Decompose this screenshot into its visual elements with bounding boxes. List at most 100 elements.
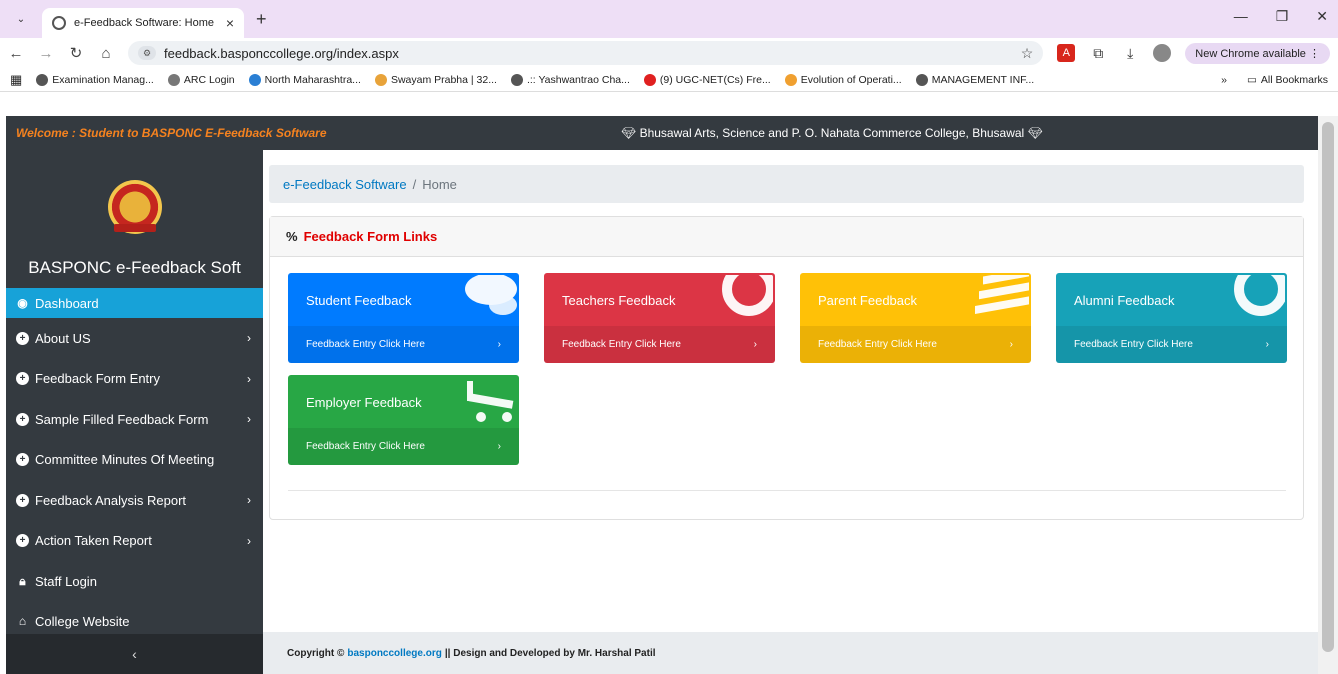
new-chrome-available-button[interactable]: New Chrome available ⋮	[1185, 42, 1330, 64]
footer-suffix: || Design and Developed by Mr. Harshal P…	[444, 647, 656, 659]
tile-title: Alumni Feedback	[1074, 293, 1175, 308]
tile-footer-link[interactable]: Feedback Entry Click Here ›	[800, 326, 1031, 363]
sidebar-item-sample-filled-feedback-form[interactable]: + Sample Filled Feedback Form ›	[6, 399, 263, 440]
tile-title: Employer Feedback	[306, 395, 422, 410]
sidebar-item-label: About US	[35, 330, 91, 346]
sidebar-item-committee-minutes-of-meeting[interactable]: + Committee Minutes Of Meeting	[6, 440, 263, 481]
globe-icon	[52, 16, 66, 30]
tab-search-button[interactable]: ⌄	[10, 8, 32, 30]
site-info-icon[interactable]: ⚙	[138, 46, 156, 60]
page-scrollbar[interactable]	[1318, 116, 1338, 674]
back-icon[interactable]: ←	[8, 45, 24, 62]
card-title: Feedback Form Links	[303, 229, 438, 244]
minimize-icon[interactable]: —	[1234, 8, 1248, 25]
bookmark-item[interactable]: Examination Manag...	[36, 73, 154, 86]
pdf-extension-icon[interactable]: A	[1057, 44, 1076, 62]
bookmark-favicon-icon	[510, 73, 523, 86]
divider	[288, 490, 1286, 491]
url-text[interactable]: feedback.basponccollege.org/index.aspx	[164, 46, 399, 61]
sidebar: BASPONC e-Feedback Soft ◉ Dashboard + About…	[6, 150, 263, 674]
chevron-right-icon: ›	[753, 339, 757, 350]
bookmark-item[interactable]: .:: Yashwantrao Cha...	[510, 73, 630, 86]
all-bookmarks-label: All Bookmarks	[1260, 73, 1328, 86]
tile-footer-label: Feedback Entry Click Here	[306, 339, 425, 350]
new-chrome-label: New Chrome available	[1195, 47, 1306, 60]
plus-circle-icon: +	[16, 453, 29, 467]
tab-title: e-Feedback Software: Home	[74, 17, 215, 29]
bookmark-item[interactable]: MANAGEMENT INF...	[915, 73, 1034, 86]
bookmark-item[interactable]: (9) UGC-NET(Cs) Fre...	[643, 73, 771, 86]
sidebar-collapse-button[interactable]: ‹	[6, 634, 263, 674]
apps-icon[interactable]: ▦	[10, 72, 22, 88]
footer-prefix: Copyright ©	[287, 647, 345, 659]
sidebar-item-label: Feedback Form Entry	[35, 371, 160, 387]
breadcrumb-link[interactable]: e-Feedback Software	[283, 177, 407, 192]
sidebar-item-label: Dashboard	[35, 295, 99, 311]
bookmark-favicon-icon	[643, 73, 656, 86]
diamond-icon: 💎︎	[1027, 126, 1043, 140]
chevron-right-icon: ›	[1265, 339, 1269, 350]
feedback-tile-teachers-feedback[interactable]: Teachers Feedback Feedback Entry Click He…	[544, 273, 775, 363]
bookmark-item[interactable]: ARC Login	[167, 73, 235, 86]
sidebar-item-label: Feedback Analysis Report	[35, 492, 187, 508]
bookmark-item[interactable]: Swayam Prabha | 32...	[374, 73, 497, 86]
plus-circle-icon: +	[16, 372, 29, 386]
sidebar-item-feedback-form-entry[interactable]: + Feedback Form Entry ›	[6, 359, 263, 400]
feedback-links-card: % Feedback Form Links Student Feedback Fe…	[269, 216, 1304, 520]
browser-tab[interactable]: e-Feedback Software: Home ×	[42, 8, 244, 38]
bookmark-favicon-icon	[36, 73, 49, 86]
life-ring-icon	[717, 273, 775, 328]
tile-title: Parent Feedback	[818, 293, 918, 308]
feedback-tile-student-feedback[interactable]: Student Feedback Feedback Entry Click Her…	[288, 273, 519, 363]
browser-tab-strip: ⌄ e-Feedback Software: Home × + — ❐ ✕	[0, 0, 1338, 38]
tile-title: Student Feedback	[306, 293, 412, 308]
download-icon[interactable]: ⤓	[1121, 44, 1139, 62]
reload-icon[interactable]: ↻	[68, 44, 84, 62]
footer-link[interactable]: basponccollege.org	[347, 648, 441, 659]
scrollbar-thumb[interactable]	[1322, 122, 1334, 652]
feedback-tile-parent-feedback[interactable]: Parent Feedback Feedback Entry Click Here…	[800, 273, 1031, 363]
life-ring-icon	[1229, 273, 1287, 328]
bookmark-item[interactable]: Evolution of Operati...	[784, 73, 902, 86]
restore-icon[interactable]: ❐	[1276, 8, 1289, 25]
chevron-right-icon: ›	[247, 331, 251, 346]
feedback-tile-alumni-feedback[interactable]: Alumni Feedback Feedback Entry Click Here…	[1056, 273, 1287, 363]
plus-circle-icon: +	[16, 331, 29, 345]
bookmark-star-icon[interactable]: ☆	[1021, 45, 1034, 62]
plus-circle-icon: +	[16, 534, 29, 548]
home-icon[interactable]: ⌂	[98, 45, 114, 62]
bookmark-item[interactable]: North Maharashtra...	[248, 73, 361, 86]
tile-title: Teachers Feedback	[562, 293, 676, 308]
tile-footer-link[interactable]: Feedback Entry Click Here ›	[288, 326, 519, 363]
more-bookmarks-icon[interactable]: »	[1221, 74, 1227, 86]
comments-icon	[457, 273, 517, 328]
sidebar-item-dashboard[interactable]: ◉ Dashboard	[6, 288, 263, 318]
new-tab-button[interactable]: +	[256, 9, 267, 30]
sidebar-item-staff-login[interactable]: 🔒︎ Staff Login	[6, 561, 263, 602]
college-name: 💎︎ Bhusawal Arts, Science and P. O. Naha…	[621, 126, 1043, 140]
sidebar-item-label: Sample Filled Feedback Form	[35, 411, 209, 427]
close-window-icon[interactable]: ✕	[1316, 8, 1328, 25]
tile-footer-link[interactable]: Feedback Entry Click Here ›	[288, 428, 519, 465]
forward-icon[interactable]: →	[38, 45, 54, 62]
sidebar-item-about-us[interactable]: + About US ›	[6, 318, 263, 359]
extensions-icon[interactable]: ⧉	[1089, 44, 1107, 62]
feedback-tile-employer-feedback[interactable]: Employer Feedback Feedback Entry Click He…	[288, 375, 519, 465]
bookmark-label: Examination Manag...	[52, 73, 154, 86]
bookmark-label: ARC Login	[183, 73, 235, 86]
bookmark-favicon-icon	[784, 73, 797, 86]
bookmark-favicon-icon	[167, 73, 180, 86]
cart-icon	[465, 377, 517, 426]
college-logo	[107, 180, 162, 234]
tile-footer-link[interactable]: Feedback Entry Click Here ›	[1056, 326, 1287, 363]
profile-avatar[interactable]	[1153, 44, 1172, 62]
sidebar-item-feedback-analysis-report[interactable]: + Feedback Analysis Report ›	[6, 480, 263, 521]
sidebar-item-action-taken-report[interactable]: + Action Taken Report ›	[6, 521, 263, 562]
all-bookmarks-button[interactable]: ▭ All Bookmarks	[1247, 74, 1328, 86]
bookmark-label: (9) UGC-NET(Cs) Fre...	[659, 73, 771, 86]
address-bar[interactable]: ⚙ feedback.basponccollege.org/index.aspx…	[128, 41, 1044, 65]
tile-footer-link[interactable]: Feedback Entry Click Here ›	[544, 326, 775, 363]
close-tab-icon[interactable]: ×	[226, 15, 234, 31]
breadcrumb-current: Home	[422, 176, 457, 192]
tile-footer-label: Feedback Entry Click Here	[818, 339, 937, 350]
